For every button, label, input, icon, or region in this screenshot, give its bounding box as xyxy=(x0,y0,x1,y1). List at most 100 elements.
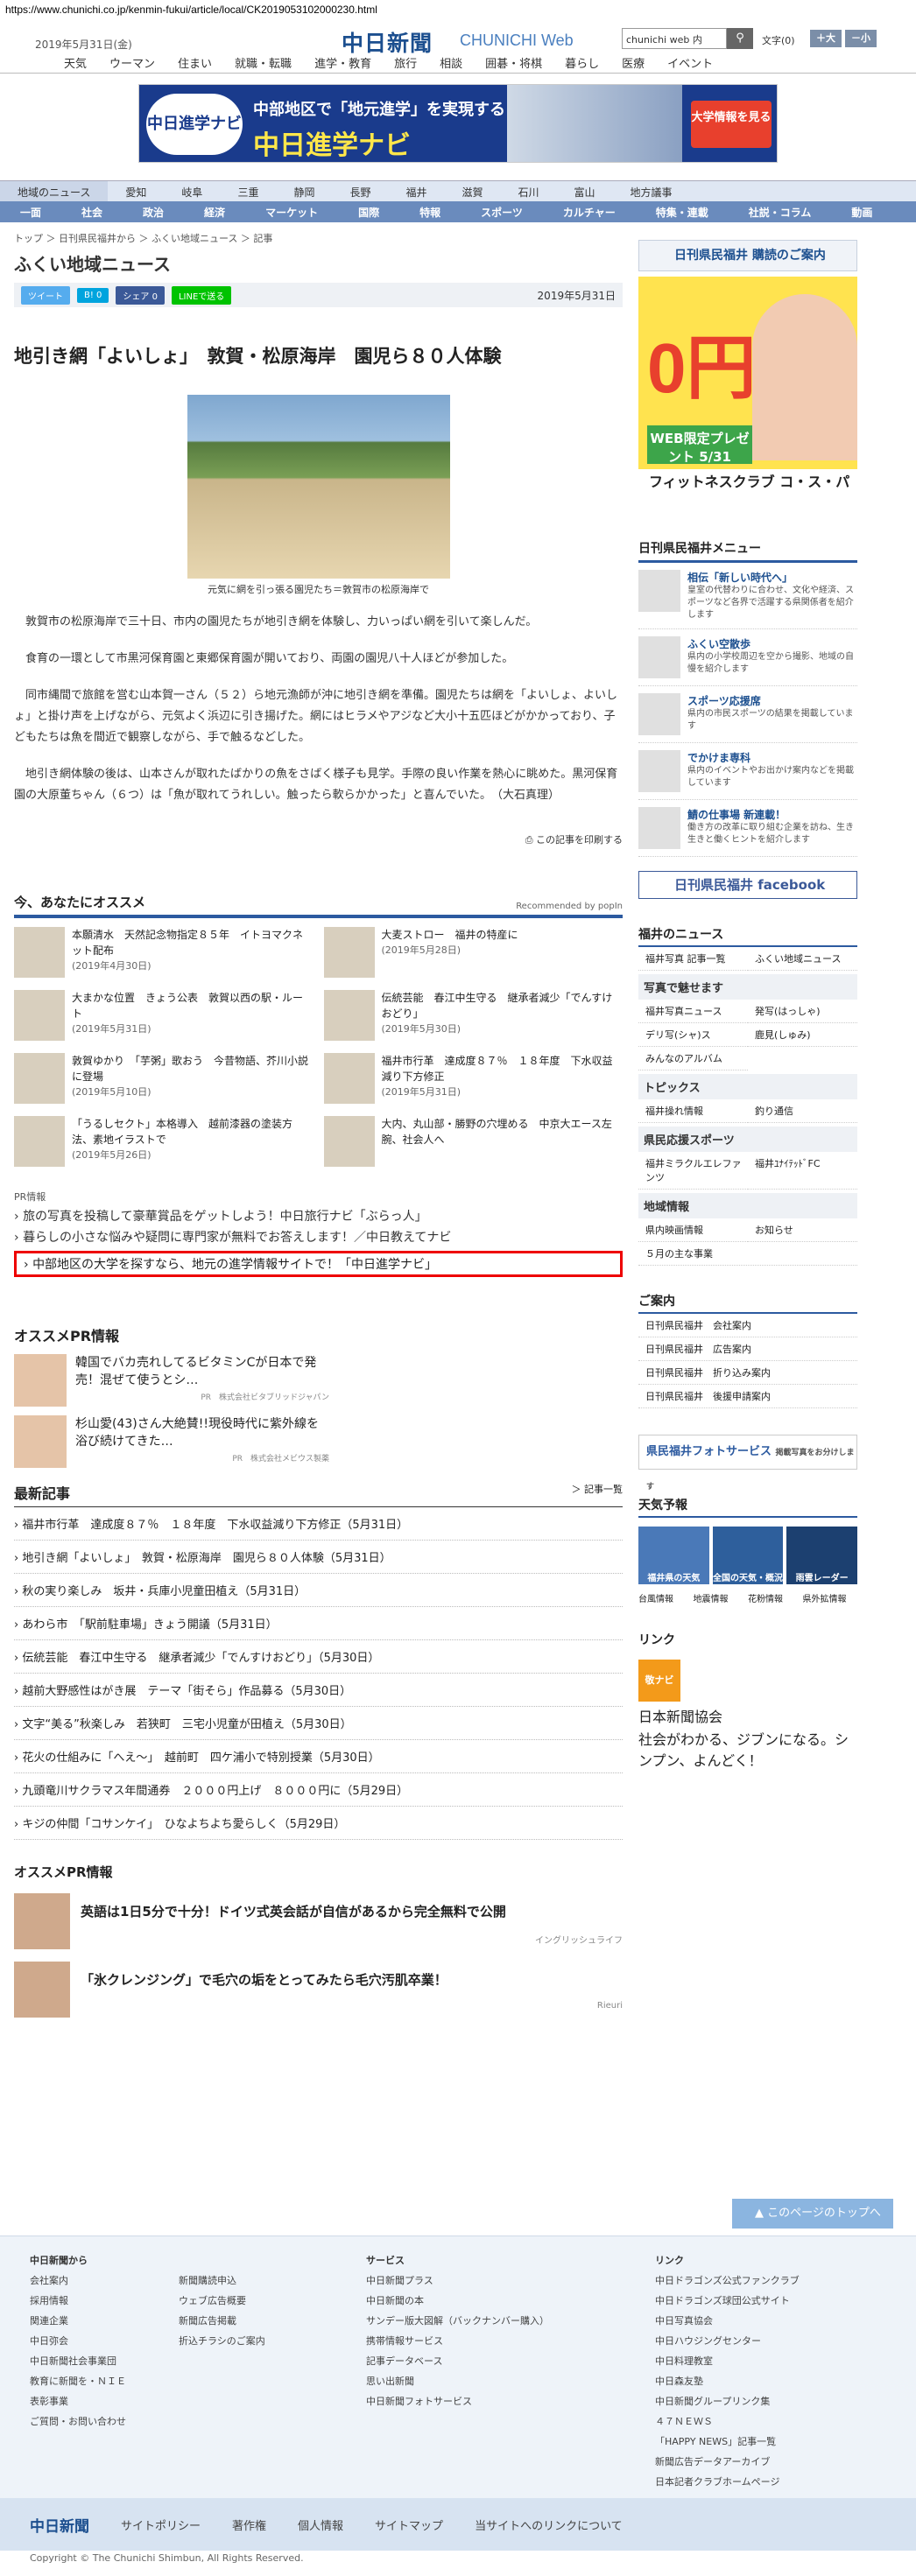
footer-link[interactable]: 中日ハウジングセンター xyxy=(655,2331,800,2351)
pr-link[interactable]: › 旅の写真を投稿して豪華賞品をゲットしよう！中日旅行ナビ「ぶらっ人」 xyxy=(14,1207,623,1225)
pr-link-highlighted[interactable]: › 中部地区の大学を探すなら、地元の進学情報サイトで！「中日進学ナビ」 xyxy=(14,1251,623,1277)
footer-link[interactable]: ご質問・お問い合わせ xyxy=(30,2411,126,2432)
nav-item[interactable]: 相談 xyxy=(428,51,474,73)
weather-link[interactable]: 地震情報 xyxy=(694,1591,749,1604)
ad-banner[interactable]: 中日進学ナビ 中部地区で「地元進学」を実現する 中日進学ナビ 大学情報を見る xyxy=(138,84,778,163)
footer-link[interactable]: 新聞広告掲載 xyxy=(179,2311,265,2331)
footer-link[interactable]: 中日弥会 xyxy=(30,2331,126,2351)
guide-link[interactable]: 日刊県民福井 会社案内 xyxy=(638,1314,857,1337)
region-nav-item[interactable]: 長野 xyxy=(332,181,388,201)
font-up-button[interactable]: ＋大 xyxy=(810,30,842,47)
category-nav-item[interactable]: 動画 xyxy=(831,201,892,222)
pr2-item[interactable]: 「氷クレンジング」で毛穴の垢をとってみたら毛穴汚肌卒業！ Rieuri xyxy=(14,1962,623,2018)
recommend-item[interactable]: 「うるしセクト」本格導入 越前漆器の塗装方法、素地イラストで (2019年5月26… xyxy=(14,1116,314,1172)
ad-item[interactable]: 杉山愛(43)さん大絶賛!!現役時代に紫外線を浴び続けてきた… PR 株式会社メビ… xyxy=(14,1415,329,1468)
category-nav-item[interactable]: 政治 xyxy=(123,201,184,222)
ad-item[interactable]: 韓国でバカ売れしてるビタミンCが日本で発売！混ぜて使うとシ… PR 株式会社ビタブ… xyxy=(14,1354,329,1407)
nav-item[interactable]: 住まい xyxy=(166,51,223,73)
category-nav-item[interactable]: スポーツ xyxy=(461,201,543,222)
latest-item[interactable]: › 福井市行革 達成度８７％ １８年度 下水収益減り下方修正（5月31日） xyxy=(14,1507,623,1541)
sidebar-link[interactable]: 福井操れ情報 xyxy=(638,1099,748,1123)
sidebar-ad[interactable]: 0円 WEB限定プレゼント 5/31 フィットネスクラブ コ・ス・パ xyxy=(638,277,857,495)
footer-link[interactable]: 新聞購読申込 xyxy=(179,2271,265,2291)
weather-link[interactable]: 県外拡情報 xyxy=(803,1591,858,1604)
latest-item[interactable]: › キジの仲間「コサンケイ」 ひなよちよち愛らしく（5月29日） xyxy=(14,1807,623,1840)
sidebar-link[interactable]: 福井ミラクルエレファンツ xyxy=(638,1152,748,1190)
weather-national[interactable]: 全国の天気・概況 xyxy=(712,1527,784,1584)
footer-logo[interactable]: 中日新聞 xyxy=(30,2514,89,2536)
footer-bar-link[interactable]: サイトポリシー xyxy=(121,2516,201,2533)
line-button[interactable]: LINEで送る xyxy=(171,285,232,305)
subscribe-button[interactable]: 日刊県民福井 購読のご案内 xyxy=(638,240,857,271)
footer-link[interactable]: 日本記者クラブホームページ xyxy=(655,2472,800,2492)
footer-link[interactable]: 中日新聞グループリンク集 xyxy=(655,2391,800,2411)
photo-service-button[interactable]: 県民福井フォトサービス 掲載写真をお分けします xyxy=(638,1435,857,1492)
footer-link[interactable]: 関連企業 xyxy=(30,2311,126,2331)
latest-item[interactable]: › あわら市 「駅前駐車場」きょう開議（5月31日） xyxy=(14,1607,623,1640)
category-nav-item[interactable]: マーケット xyxy=(245,201,338,222)
footer-link[interactable]: 会社案内 xyxy=(30,2271,126,2291)
nav-item[interactable]: 天気 xyxy=(53,51,98,73)
region-nav-item[interactable]: 地方議事 xyxy=(613,181,690,201)
sidebar-link[interactable]: デリ写(シャ)ス xyxy=(638,1023,748,1047)
latest-item[interactable]: › 花火の仕組みに「へえ～」 越前町 四ケ浦小で特別授業（5月30日） xyxy=(14,1740,623,1773)
footer-link[interactable]: 採用情報 xyxy=(30,2291,126,2311)
sidebar-link[interactable]: 鹿見(しゅみ) xyxy=(748,1023,857,1047)
font-down-button[interactable]: －小 xyxy=(845,30,877,47)
footer-link[interactable]: サンデー版大図解（バックナンバー購入） xyxy=(366,2311,549,2331)
footer-link[interactable]: 中日料理教室 xyxy=(655,2351,800,2371)
latest-item[interactable]: › 越前大野感性はがき展 テーマ「街そら」作品募る（5月30日） xyxy=(14,1674,623,1707)
search-input[interactable]: chunichi web 内 xyxy=(622,28,727,49)
hatena-button[interactable]: B! 0 xyxy=(77,287,109,303)
latest-item[interactable]: › 地引き網「よいしょ」 敦賀・松原海岸 園児ら８０人体験（5月31日） xyxy=(14,1541,623,1574)
sidebar-link[interactable]: みんなのアルバム xyxy=(638,1047,748,1070)
sidebar-link[interactable]: ふくい地域ニュース xyxy=(748,947,857,971)
page-top-button[interactable]: ▲ このページのトップへ xyxy=(732,2199,893,2229)
latest-item[interactable]: › 秋の実り楽しみ 坂井・兵庫小児童田植え（5月31日） xyxy=(14,1574,623,1607)
region-nav-item[interactable]: 富山 xyxy=(557,181,613,201)
guide-link[interactable]: 日刊県民福井 後援申請案内 xyxy=(638,1385,857,1408)
banner-button[interactable]: 大学情報を見る xyxy=(691,101,772,148)
guide-link[interactable]: 日刊県民福井 折り込み案内 xyxy=(638,1361,857,1385)
recommend-item[interactable]: 本願清水 天然記念物指定８５年 イトヨマクネット配布 (2019年4月30日) xyxy=(14,927,314,983)
footer-link[interactable]: 中日ドラゴンズ球団公式サイト xyxy=(655,2291,800,2311)
footer-link[interactable]: 教育に新聞を・ＮＩＥ xyxy=(30,2371,126,2391)
region-nav-item[interactable]: 岐阜 xyxy=(164,181,220,201)
footer-link[interactable]: 中日写真協会 xyxy=(655,2311,800,2331)
link-name[interactable]: 日本新聞協会 xyxy=(638,1705,857,1726)
footer-link[interactable]: ウェブ広告概要 xyxy=(179,2291,265,2311)
category-nav-item[interactable]: 一面 xyxy=(0,201,61,222)
tweet-button[interactable]: ツイート xyxy=(21,285,70,305)
print-link[interactable]: ⎙ この記事を印刷する xyxy=(14,832,623,846)
pr-link[interactable]: › 暮らしの小さな悩みや疑問に専門家が無料でお答えします！／中日教えてナビ xyxy=(14,1228,623,1246)
nav-item[interactable]: 暮らし xyxy=(553,51,610,73)
weather-fukui[interactable]: 福井県の天気 xyxy=(638,1527,709,1584)
footer-link[interactable]: 中日森友塾 xyxy=(655,2371,800,2391)
sidebar-link[interactable]: 県内映画情報 xyxy=(638,1218,748,1242)
category-nav-item[interactable]: 社説・コラム xyxy=(729,201,832,222)
footer-link[interactable]: 折込チラシのご案内 xyxy=(179,2331,265,2351)
footer-link[interactable]: 中日新聞プラス xyxy=(366,2271,549,2291)
footer-link[interactable]: 記事データベース xyxy=(366,2351,549,2371)
latest-item[interactable]: › 九頭竜川サクラマス年間通券 ２０００円上げ ８０００円に（5月29日） xyxy=(14,1773,623,1807)
sidebar-link[interactable]: 釣り通信 xyxy=(748,1099,857,1123)
sidebar-link[interactable]: ５月の主な事業 xyxy=(638,1242,857,1266)
site-logo-sub[interactable]: CHUNICHI Web xyxy=(460,32,574,50)
recommend-item[interactable]: 大内、丸山部・勝野の穴埋める 中京大エース左腕、社会人へ xyxy=(323,1116,624,1172)
category-nav-item[interactable]: 社会 xyxy=(61,201,123,222)
recommend-item[interactable]: 大まかな位置 きょう公表 敦賀以西の駅・ルート (2019年5月31日) xyxy=(14,990,314,1046)
region-nav-item[interactable]: 石川 xyxy=(501,181,557,201)
weather-radar[interactable]: 雨雲レーダー xyxy=(786,1527,858,1584)
weather-link[interactable]: 花粉情報 xyxy=(748,1591,803,1604)
latest-more-link[interactable]: ＞ 記事一覧 xyxy=(572,1482,624,1503)
nav-item[interactable]: 医療 xyxy=(610,51,656,73)
footer-link[interactable]: 中日新聞社会事業団 xyxy=(30,2351,126,2371)
footer-link[interactable]: 「HAPPY NEWS」記事一覧 xyxy=(655,2432,800,2452)
article-photo[interactable] xyxy=(187,395,450,579)
facebook-share-button[interactable]: シェア 0 xyxy=(116,285,165,305)
link-box[interactable]: 敬ナビ xyxy=(638,1660,857,1702)
nav-item[interactable]: ウーマン xyxy=(98,51,166,73)
facebook-link[interactable]: 日刊県民福井 facebook xyxy=(638,871,857,899)
sidebar-link[interactable]: 発写(はっしゃ) xyxy=(748,1000,857,1023)
latest-item[interactable]: › 文字“美る”秋楽しみ 若狭町 三宅小児童が田植え（5月30日） xyxy=(14,1707,623,1740)
